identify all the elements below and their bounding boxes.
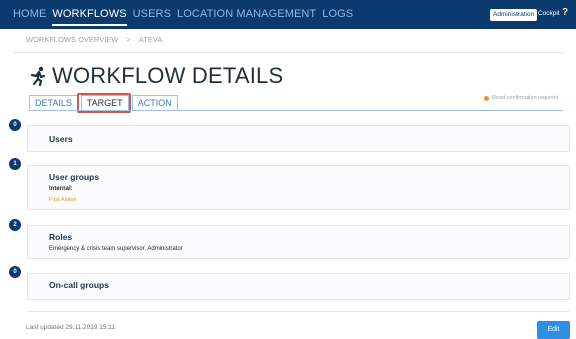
breadcrumb-current: ATEVA: [138, 35, 163, 44]
roles-count-badge: 2: [9, 219, 21, 231]
cockpit-link[interactable]: Cockpit: [538, 10, 560, 17]
nav-workflows[interactable]: WORKFLOWS: [52, 8, 127, 26]
internal-label: Internal:: [49, 186, 73, 192]
nav-users[interactable]: USERS: [133, 8, 171, 20]
last-updated-text: Last updated 29.11.2019 15:11: [26, 324, 116, 331]
oncall-groups-title: On-call groups: [49, 280, 109, 290]
edit-button[interactable]: Edit: [537, 321, 570, 339]
nav-location-management[interactable]: LOCATION MANAGEMENT: [177, 8, 316, 20]
read-confirmation-indicator: Read confirmation required: [484, 95, 558, 101]
user-groups-section: User groups Internal: First Aiders: [27, 165, 570, 210]
user-groups-count-badge: 1: [9, 158, 21, 170]
users-section: Users: [27, 125, 570, 152]
tab-underline: [29, 110, 563, 111]
roles-title: Roles: [49, 232, 73, 242]
tab-details[interactable]: DETAILS: [29, 95, 78, 111]
read-confirmation-label: Read confirmation required: [492, 95, 559, 101]
oncall-count-badge: 0: [9, 266, 21, 278]
tab-bar: DETAILS TARGET ACTION: [29, 95, 181, 111]
administration-button[interactable]: Administration: [490, 9, 538, 21]
main-nav: HOME WORKFLOWS USERS LOCATION MANAGEMENT…: [13, 8, 359, 26]
first-aiders-link[interactable]: First Aiders: [49, 197, 77, 203]
user-groups-title: User groups: [49, 172, 100, 182]
page-title: WORKFLOW DETAILS: [30, 63, 283, 89]
page-title-text: WORKFLOW DETAILS: [52, 63, 284, 88]
running-person-icon: [30, 66, 46, 86]
users-title: Users: [49, 134, 73, 144]
breadcrumb-workflows-overview[interactable]: WORKFLOWS OVERVIEW: [26, 35, 118, 44]
footer-divider: [27, 311, 570, 312]
tab-action[interactable]: ACTION: [131, 95, 178, 111]
status-dot-icon: [484, 95, 489, 101]
tab-target[interactable]: TARGET: [80, 95, 129, 111]
roles-section: Roles Emergency & crisis team supervisor…: [27, 225, 570, 259]
nav-logs[interactable]: LOGS: [322, 8, 353, 20]
top-navigation-bar: HOME WORKFLOWS USERS LOCATION MANAGEMENT…: [0, 0, 576, 29]
breadcrumb-separator: >: [126, 35, 131, 44]
breadcrumb: WORKFLOWS OVERVIEW > ATEVA: [26, 35, 162, 44]
help-icon[interactable]: ?: [562, 7, 568, 18]
users-count-badge: 0: [9, 119, 21, 131]
roles-list: Emergency & crisis team supervisor, Admi…: [49, 246, 183, 252]
header-divider: [13, 52, 564, 53]
oncall-groups-section: On-call groups: [27, 273, 570, 300]
nav-home[interactable]: HOME: [13, 8, 46, 20]
